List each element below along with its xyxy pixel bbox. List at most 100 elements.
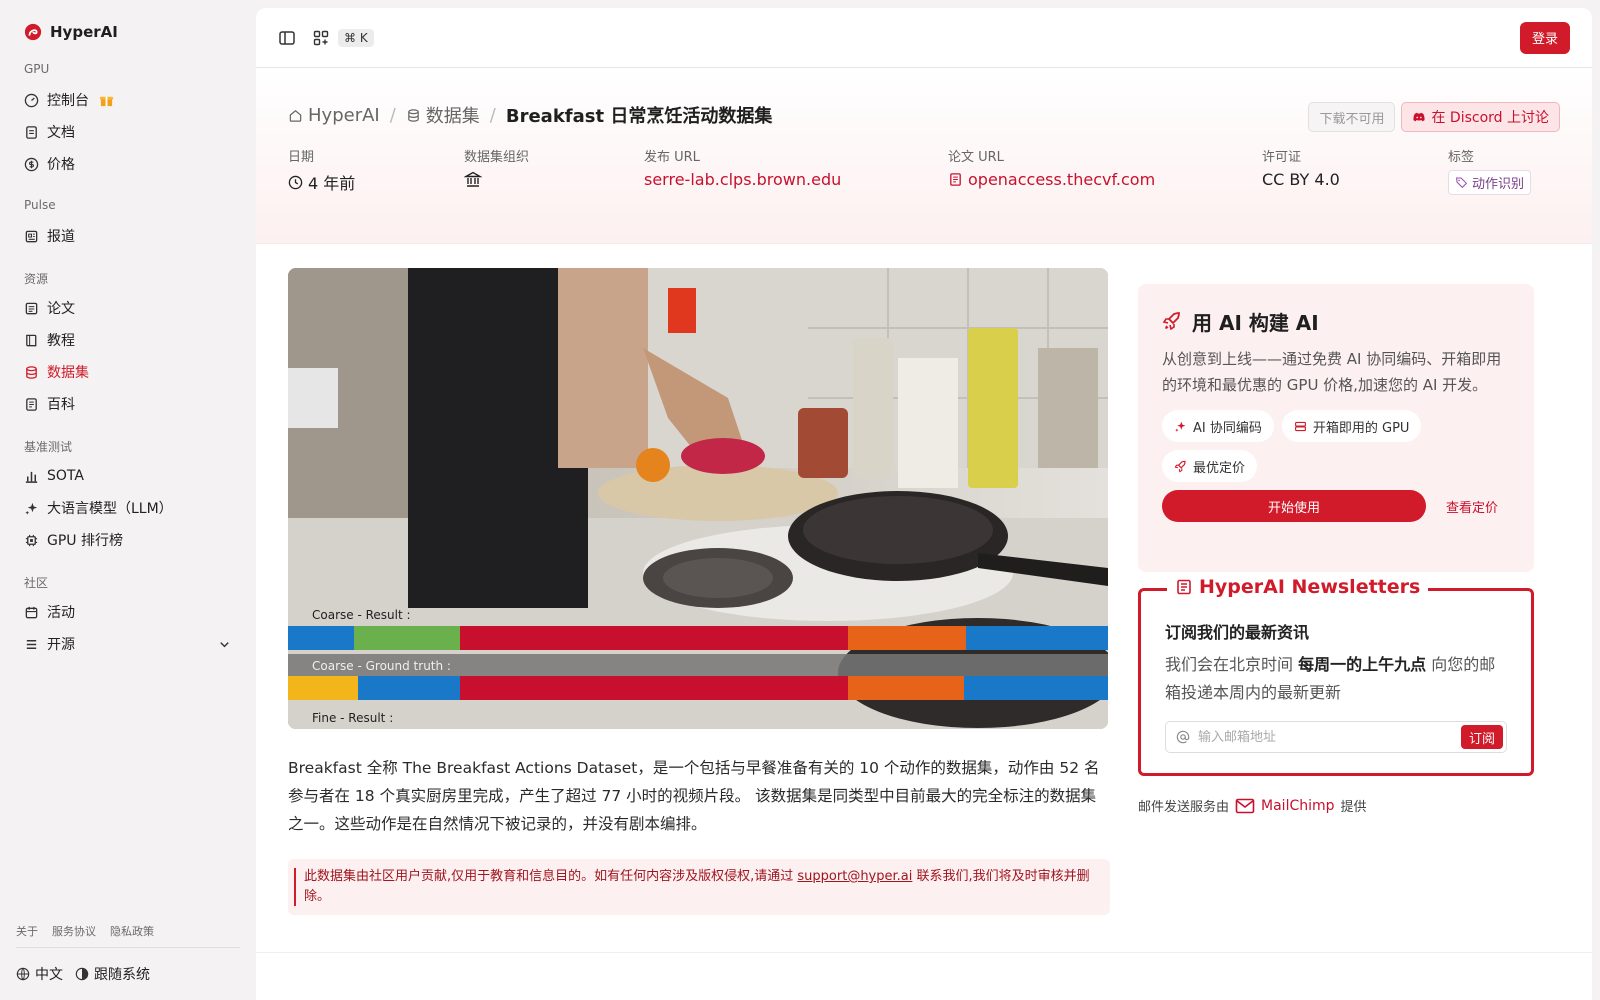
- sidebar-item-reports[interactable]: 报道: [16, 220, 240, 252]
- sidebar-toggle-icon[interactable]: [278, 29, 296, 47]
- download-button[interactable]: 下载不可用: [1308, 102, 1396, 132]
- language-switcher[interactable]: 中文: [16, 964, 63, 984]
- mailchimp-link[interactable]: MailChimp: [1235, 798, 1335, 814]
- chip-label: AI 协同编码: [1193, 420, 1262, 436]
- theme-switcher[interactable]: 跟随系统: [75, 964, 150, 984]
- get-started-button[interactable]: 开始使用: [1162, 490, 1426, 522]
- publish-url-link[interactable]: serre-lab.clps.brown.edu: [644, 170, 841, 189]
- footer-link-privacy[interactable]: 隐私政策: [110, 923, 154, 939]
- dataset-header: HyperAI / 数据集 / Breakfast 日常烹饪活动数据集 下载不可…: [256, 68, 1592, 244]
- sidebar-item-console[interactable]: 控制台: [16, 84, 240, 116]
- sidebar-item-label: 数据集: [47, 365, 89, 381]
- mail-provider-note: 邮件发送服务由 MailChimp 提供: [1138, 796, 1367, 816]
- meta-org-value[interactable]: [464, 170, 529, 188]
- chip-label: 最优定价: [1193, 460, 1246, 476]
- breadcrumb-home-label: HyperAI: [308, 104, 380, 126]
- sidebar-item-pricing[interactable]: 价格: [16, 148, 240, 180]
- nav-group-gpu: GPU 控制台 文档 价格: [16, 62, 240, 180]
- sidebar-item-datasets[interactable]: 数据集: [16, 356, 240, 388]
- meta-paper-url: 论文 URL openaccess.thecvf.com: [948, 146, 1155, 189]
- chip-icon: [25, 534, 38, 546]
- home-icon: [289, 109, 302, 122]
- sidebar-item-label: GPU 排行榜: [47, 533, 123, 549]
- database-icon: [408, 108, 419, 122]
- newsletter-title-text: HyperAI Newsletters: [1199, 576, 1421, 598]
- sidebar-item-label: 文档: [47, 125, 75, 141]
- dataset-meta: 日期 4 年前 数据集组织 发布 URL serre-lab.clps.brow…: [288, 146, 1560, 195]
- discord-label: 在 Discord 上讨论: [1431, 110, 1549, 126]
- sidebar-item-label: 控制台: [47, 93, 89, 109]
- promo-card: 用 AI 构建 AI 从创意到上线——通过免费 AI 协同编码、开箱即用的环境和…: [1138, 284, 1534, 572]
- globe-icon: [16, 967, 30, 981]
- header-actions: 下载不可用 在 Discord 上讨论: [1308, 102, 1560, 132]
- nav-group-benchmarks: 基准测试 SOTA 大语言模型（LLM） GPU 排行榜: [16, 438, 240, 556]
- breadcrumb-separator: /: [489, 104, 496, 126]
- paper-url-link[interactable]: openaccess.thecvf.com: [948, 170, 1155, 189]
- footer-link-about[interactable]: 关于: [16, 923, 38, 939]
- discord-button[interactable]: 在 Discord 上讨论: [1401, 102, 1560, 132]
- brand[interactable]: HyperAI: [16, 20, 240, 44]
- feature-best-pricing: 最优定价: [1162, 450, 1258, 482]
- topbar: ⌘ K 登录: [256, 8, 1592, 68]
- meta-org-label: 数据集组织: [464, 150, 530, 165]
- sidebar-item-papers[interactable]: 论文: [16, 292, 240, 324]
- meta-license: 许可证 CC BY 4.0: [1262, 146, 1340, 189]
- sidebar-item-llm[interactable]: 大语言模型（LLM）: [16, 492, 240, 524]
- copyright-notice: 此数据集由社区用户贡献,仅用于教育和信息目的。如有任何内容涉及版权侵权,请通过 …: [288, 859, 1110, 915]
- meta-tags: 标签 动作识别: [1448, 146, 1532, 195]
- email-input[interactable]: [1198, 729, 1453, 745]
- breadcrumb-datasets[interactable]: 数据集: [406, 102, 480, 128]
- paper-icon: [950, 173, 961, 186]
- nav-title: 资源: [24, 272, 49, 286]
- login-button[interactable]: 登录: [1519, 21, 1570, 54]
- language-label: 中文: [35, 967, 63, 983]
- discord-icon: [1413, 112, 1426, 122]
- sparkles-icon: [1175, 421, 1186, 432]
- dollar-circle-icon: [24, 157, 39, 171]
- mail-provider-before: 邮件发送服务由: [1138, 800, 1230, 815]
- newsletter-text: 我们会在北京时间 每周一的上午九点 向您的邮箱投递本周内的最新更新: [1165, 651, 1507, 707]
- database-icon: [26, 365, 37, 379]
- sidebar: HyperAI GPU 控制台 文档 价格 Pulse 报道 资源 论文 教程 …: [0, 0, 256, 1000]
- sidebar-item-gpu-leaderboard[interactable]: GPU 排行榜: [16, 524, 240, 556]
- tag-icon: [1456, 177, 1468, 189]
- sidebar-item-events[interactable]: 活动: [16, 596, 240, 628]
- sidebar-item-label: 活动: [47, 605, 75, 621]
- sidebar-item-label: 报道: [47, 229, 75, 245]
- paper-url-text: openaccess.thecvf.com: [968, 170, 1156, 189]
- sidebar-item-open-source[interactable]: 开源: [16, 628, 240, 660]
- sidebar-item-tutorials[interactable]: 教程: [16, 324, 240, 356]
- breadcrumb-home[interactable]: HyperAI: [288, 105, 380, 126]
- notice-text-before: 此数据集由社区用户贡献,仅用于教育和信息目的。如有任何内容涉及版权侵权,请通过: [304, 869, 798, 884]
- sidebar-item-wiki[interactable]: 百科: [16, 388, 240, 420]
- overlay-label-fine-result: Fine - Result :: [312, 711, 393, 725]
- dataset-description: Breakfast 全称 The Breakfast Actions Datas…: [288, 759, 1100, 833]
- breadcrumb-datasets-label: 数据集: [425, 106, 480, 127]
- apps-grid-icon[interactable]: [312, 29, 330, 47]
- subscribe-button[interactable]: 订阅: [1460, 725, 1503, 749]
- overlay-label-coarse-result: Coarse - Result :: [312, 608, 411, 622]
- nav-title: 基准测试: [24, 440, 73, 454]
- promo-text: 从创意到上线——通过免费 AI 协同编码、开箱即用的环境和最优惠的 GPU 价格…: [1162, 350, 1502, 394]
- meta-date-value: 4 年前: [288, 170, 355, 194]
- command-shortcut[interactable]: ⌘ K: [338, 28, 374, 47]
- sidebar-item-docs[interactable]: 文档: [16, 116, 240, 148]
- newspaper-icon: [1177, 579, 1191, 595]
- meta-date: 日期 4 年前: [288, 146, 355, 194]
- date-text: 4 年前: [308, 174, 356, 193]
- sparkles-icon: [25, 502, 38, 515]
- mail-icon: [1235, 798, 1255, 813]
- view-pricing-link[interactable]: 查看定价: [1446, 497, 1498, 516]
- footer-link-terms[interactable]: 服务协议: [52, 923, 96, 939]
- support-email-link[interactable]: support@hyper.ai: [797, 869, 912, 884]
- chevron-down-icon[interactable]: [217, 637, 232, 652]
- gauge-icon: [24, 93, 39, 107]
- page-title: Breakfast 日常烹饪活动数据集: [505, 106, 773, 127]
- document-icon: [26, 125, 37, 139]
- paper-icon: [25, 302, 38, 314]
- theme-icon: [75, 967, 89, 981]
- promo-title-text: 用 AI 构建 AI: [1192, 310, 1319, 335]
- sidebar-item-sota[interactable]: SOTA: [16, 460, 240, 492]
- meta-publish-label: 发布 URL: [644, 150, 700, 165]
- tag-action-recognition[interactable]: 动作识别: [1448, 170, 1532, 195]
